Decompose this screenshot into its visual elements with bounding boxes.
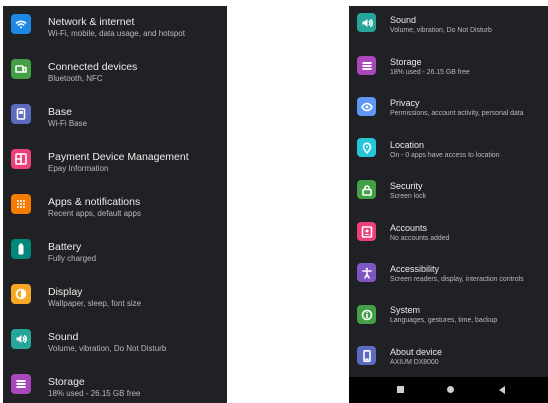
settings-item-system[interactable]: System Languages, gestures, time, backup: [349, 293, 548, 334]
sound-icon: [11, 329, 31, 349]
item-title: Network & internet: [48, 16, 135, 28]
item-subtitle: On - 0 apps have access to location: [390, 152, 500, 159]
item-title: Connected devices: [48, 61, 138, 73]
settings-item-privacy[interactable]: Privacy Permissions, account activity, p…: [349, 88, 548, 129]
item-title: Payment Device Management: [48, 151, 189, 163]
display-icon: [11, 284, 31, 304]
security-icon: [357, 180, 376, 199]
settings-item-display[interactable]: Display Wallpaper, sleep, font size: [3, 276, 227, 321]
apps-icon: [11, 194, 31, 214]
item-title: Base: [48, 106, 72, 118]
item-title: Accessibility: [390, 264, 440, 274]
item-subtitle: Wi-Fi, mobile, data usage, and hotspot: [48, 29, 185, 38]
item-title: Apps & notifications: [48, 196, 141, 208]
item-subtitle: Volume, vibration, Do Not Disturb: [48, 344, 167, 353]
privacy-icon: [357, 97, 376, 116]
item-title: Privacy: [390, 98, 420, 108]
settings-item-location[interactable]: Location On - 0 apps have access to loca…: [349, 129, 548, 170]
item-title: Display: [48, 286, 83, 298]
settings-item-base[interactable]: Base Wi-Fi Base: [3, 96, 227, 141]
recents-square-icon[interactable]: [397, 386, 404, 393]
about-device-icon: [357, 346, 376, 365]
item-subtitle: Wi-Fi Base: [48, 119, 88, 128]
item-title: About device: [390, 347, 443, 357]
home-circle-icon[interactable]: [447, 386, 454, 393]
item-subtitle: Languages, gestures, time, backup: [390, 317, 498, 324]
payment-icon: [11, 149, 31, 169]
item-subtitle: Volume, vibration, Do Not Disturb: [390, 27, 492, 34]
storage-icon: [357, 56, 376, 75]
item-title: Accounts: [390, 223, 428, 233]
location-icon: [357, 138, 376, 157]
system-icon: [357, 305, 376, 324]
settings-list-left: Network & internet Wi-Fi, mobile, data u…: [3, 6, 227, 403]
base-icon: [11, 104, 31, 124]
navigation-bar: [349, 377, 548, 403]
settings-item-accounts[interactable]: Accounts No accounts added: [349, 211, 548, 252]
item-subtitle: Fully charged: [48, 254, 97, 263]
item-subtitle: 18% used - 26.15 GB free: [48, 389, 141, 398]
settings-item-sound[interactable]: Sound Volume, vibration, Do Not Disturb: [349, 6, 548, 47]
item-subtitle: Permissions, account activity, personal …: [390, 110, 524, 117]
item-subtitle: Screen readers, display, interaction con…: [390, 276, 524, 283]
item-title: Security: [390, 181, 423, 191]
settings-item-network-internet[interactable]: Network & internet Wi-Fi, mobile, data u…: [3, 6, 227, 51]
item-title: Battery: [48, 241, 82, 253]
storage-icon: [11, 374, 31, 394]
item-subtitle: Bluetooth, NFC: [48, 74, 103, 83]
accounts-icon: [357, 222, 376, 241]
settings-list-right: Sound Volume, vibration, Do Not Disturb …: [349, 6, 548, 403]
item-subtitle: 18% used - 26.15 GB free: [390, 69, 470, 76]
item-title: Location: [390, 140, 425, 150]
item-subtitle: Epay Information: [48, 164, 109, 173]
settings-item-payment-device-management[interactable]: Payment Device Management Epay Informati…: [3, 141, 227, 186]
sound-icon: [357, 13, 376, 32]
item-title: Storage: [390, 57, 422, 67]
item-title: System: [390, 305, 421, 315]
settings-item-battery[interactable]: Battery Fully charged: [3, 231, 227, 276]
settings-item-sound[interactable]: Sound Volume, vibration, Do Not Disturb: [3, 321, 227, 366]
connected-devices-icon: [11, 59, 31, 79]
item-subtitle: Wallpaper, sleep, font size: [48, 299, 142, 308]
settings-item-accessibility[interactable]: Accessibility Screen readers, display, i…: [349, 252, 548, 293]
battery-icon: [11, 239, 31, 259]
item-subtitle: Screen lock: [390, 193, 427, 200]
item-title: Sound: [48, 331, 79, 343]
settings-item-connected-devices[interactable]: Connected devices Bluetooth, NFC: [3, 51, 227, 96]
settings-item-storage[interactable]: Storage 18% used - 26.15 GB free: [349, 47, 548, 88]
settings-item-about-device[interactable]: About device AXIUM DX8000: [349, 334, 548, 375]
settings-item-apps-notifications[interactable]: Apps & notifications Recent apps, defaul…: [3, 186, 227, 231]
item-title: Storage: [48, 376, 85, 388]
item-subtitle: Recent apps, default apps: [48, 209, 141, 218]
settings-item-security[interactable]: Security Screen lock: [349, 170, 548, 211]
item-subtitle: No accounts added: [390, 235, 450, 242]
wifi-icon: [11, 14, 31, 34]
item-title: Sound: [390, 15, 417, 25]
item-subtitle: AXIUM DX8000: [390, 359, 439, 366]
back-triangle-icon[interactable]: [499, 386, 505, 394]
accessibility-icon: [357, 263, 376, 282]
settings-item-storage[interactable]: Storage 18% used - 26.15 GB free: [3, 366, 227, 403]
